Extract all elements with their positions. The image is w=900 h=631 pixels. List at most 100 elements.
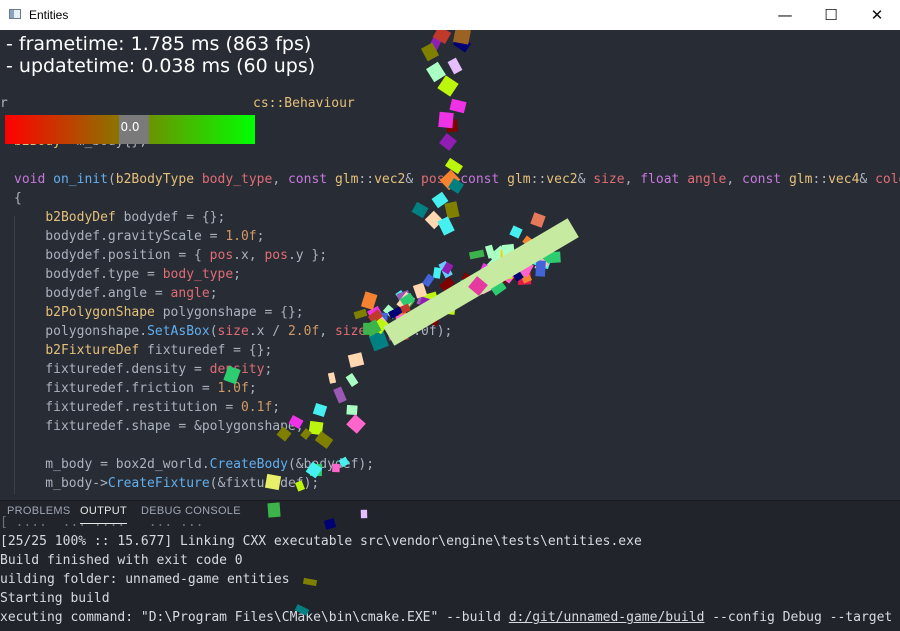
code-token: const bbox=[460, 172, 508, 187]
code-line: void on_init(b2BodyType body_type, const… bbox=[14, 170, 900, 189]
maximize-button[interactable]: ☐ bbox=[808, 0, 854, 30]
close-button[interactable]: ✕ bbox=[854, 0, 900, 30]
code-token: 1.0f bbox=[217, 381, 249, 396]
code-token: ; bbox=[272, 400, 281, 415]
code-token: bodydef.angle = bbox=[14, 286, 171, 301]
code-token: size bbox=[593, 172, 625, 187]
code-token: .x, bbox=[233, 248, 265, 263]
code-token: fixturedef.restitution = bbox=[14, 400, 241, 415]
code-line: b2FixtureDef fixturedef = {}; bbox=[14, 341, 272, 360]
code-token: glm bbox=[507, 172, 531, 187]
code-token: size bbox=[217, 324, 249, 339]
code-token: b2BodyType bbox=[115, 172, 202, 187]
code-token: SetAsBox bbox=[147, 324, 210, 339]
code-token: glm bbox=[788, 172, 813, 187]
code-token: 1.0f bbox=[225, 229, 257, 244]
code-token: m_body = box2d_world. bbox=[14, 457, 210, 472]
code-line: { bbox=[14, 189, 22, 208]
code-token: fixturedef.density = bbox=[14, 362, 210, 377]
code-token: ; bbox=[264, 362, 273, 377]
code-token: ; bbox=[256, 229, 265, 244]
code-token: vec4 bbox=[828, 172, 860, 187]
code-token: vec2 bbox=[546, 172, 578, 187]
code-token: ( bbox=[209, 324, 218, 339]
code-token: , bbox=[272, 172, 288, 187]
code-token: .y }; bbox=[287, 248, 328, 263]
code-line: m_body->CreateFixture(&fixturedef); bbox=[14, 474, 319, 493]
code-token: ( bbox=[107, 172, 116, 187]
code-token: & bbox=[405, 172, 422, 187]
code-token: pos bbox=[264, 248, 288, 263]
output-command-tail: --config Debug --target ent bbox=[712, 610, 893, 625]
window-titlebar[interactable]: Entities — ☐ ✕ bbox=[0, 0, 900, 30]
code-token: r bbox=[0, 96, 8, 111]
code-token: glm bbox=[334, 172, 359, 187]
code-token: m_body-> bbox=[14, 476, 108, 491]
code-token: void bbox=[14, 172, 54, 187]
code-token: :: bbox=[358, 172, 375, 187]
code-line: fixturedef.density = density; bbox=[14, 360, 272, 379]
code-token: { bbox=[14, 191, 22, 206]
code-token: vec2 bbox=[374, 172, 406, 187]
code-token: :: bbox=[530, 172, 547, 187]
output-line: Build finished with exit code 0 bbox=[0, 553, 243, 568]
code-line: b2Body* m_body{}; bbox=[14, 132, 147, 151]
code-line: m_body = box2d_world.CreateBody(&bodydef… bbox=[14, 455, 374, 474]
code-editor[interactable]: r b2Body* m_body{}; void on_init(b2BodyTyp… bbox=[0, 30, 900, 500]
code-token: const bbox=[287, 172, 335, 187]
code-token: size bbox=[334, 324, 367, 339]
output-build-path-link[interactable]: d:/git/unnamed-game/build bbox=[509, 610, 705, 625]
code-token: body_type bbox=[162, 267, 234, 282]
code-line: fixturedef.friction = 1.0f; bbox=[14, 379, 257, 398]
code-token: angle bbox=[170, 286, 210, 301]
code-token: CreateFixture bbox=[107, 476, 210, 491]
code-line: bodydef.angle = angle; bbox=[14, 284, 218, 303]
code-token: bodydef.position = { bbox=[14, 248, 210, 263]
output-command-text: xecuting command: "D:\Program Files\CMak… bbox=[0, 610, 509, 625]
code-token: polygonshape. bbox=[14, 324, 148, 339]
code-token: , bbox=[726, 172, 742, 187]
code-token: (&fixturedef); bbox=[209, 476, 320, 491]
code-line: bodydef.type = body_type; bbox=[14, 265, 241, 284]
output-command-line: xecuting command: "D:\Program Files\CMak… bbox=[0, 608, 900, 627]
code-token: & bbox=[577, 172, 594, 187]
code-token: ; bbox=[233, 267, 241, 282]
code-token: , bbox=[624, 172, 641, 187]
code-line: polygonshape.SetAsBox(size.x / 2.0f, siz… bbox=[14, 322, 452, 341]
output-line: Starting build bbox=[0, 591, 110, 606]
code-token: bodydef = {}; bbox=[115, 210, 226, 225]
code-token: angle bbox=[687, 172, 727, 187]
code-token: , bbox=[444, 172, 461, 187]
app-window-icon bbox=[9, 9, 21, 19]
code-token: :: bbox=[812, 172, 829, 187]
code-token: (&bodydef); bbox=[287, 457, 375, 472]
code-token: fixturedef = {}; bbox=[139, 343, 273, 358]
output-line: [25/25 100% :: 15.677] Linking CXX execu… bbox=[0, 534, 642, 549]
bottom-panel: PROBLEMS OUTPUT DEBUG CONSOLE [ .... ...… bbox=[0, 500, 900, 631]
output-truncated-line: [ .... ... .... ... ... bbox=[0, 515, 204, 530]
code-line: fixturedef.shape = &polygonshape; bbox=[14, 417, 303, 436]
code-token: on_init bbox=[53, 172, 108, 187]
code-token: .y / 2.0f); bbox=[366, 324, 453, 339]
code-token: pos bbox=[209, 248, 234, 263]
code-token: b2PolygonShape bbox=[45, 305, 155, 320]
minimize-button[interactable]: — bbox=[762, 0, 808, 30]
code-token: .x / bbox=[248, 324, 288, 339]
code-token: ; bbox=[209, 286, 218, 301]
code-token: ; bbox=[248, 381, 257, 396]
code-token: 0.1f bbox=[240, 400, 273, 415]
code-line: bodydef.position = { pos.x, pos.y }; bbox=[14, 246, 327, 265]
code-line: b2PolygonShape polygonshape = {}; bbox=[14, 303, 303, 322]
code-token: density bbox=[209, 362, 265, 377]
code-token: CreateBody bbox=[209, 457, 288, 472]
code-token: color bbox=[875, 172, 900, 187]
code-token: b2Body bbox=[14, 134, 61, 149]
code-token: b2FixtureDef bbox=[45, 343, 140, 358]
code-token: bodydef.type = bbox=[14, 267, 163, 282]
output-line: uilding folder: unnamed-game entities bbox=[0, 572, 290, 587]
window-title: Entities bbox=[29, 8, 69, 22]
code-line: bodydef.gravityScale = 1.0f; bbox=[14, 227, 264, 246]
code-token: float bbox=[640, 172, 688, 187]
